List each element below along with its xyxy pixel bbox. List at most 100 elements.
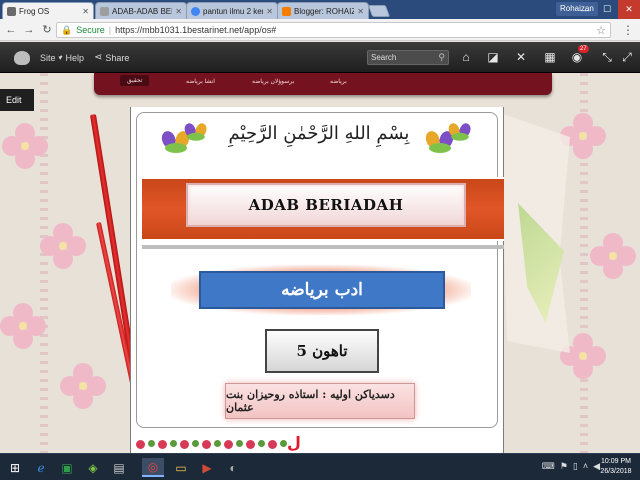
tab-adab-beriadah[interactable]: ADAB-ADAB BERIADAH ✕ [95, 2, 187, 19]
year-label: تاهون 5 [296, 342, 348, 360]
butterfly-icon [446, 120, 473, 144]
search-placeholder: Search [371, 53, 397, 62]
file-explorer-icon[interactable]: ▭ [170, 458, 192, 477]
content-frame: بِسْمِ اللهِ الرَّحْمٰنِ الرَّحِيْمِ ADA… [136, 112, 504, 428]
home-icon[interactable]: ⌂ [459, 50, 473, 65]
new-tab-button[interactable] [367, 5, 391, 17]
search-icon: ⚲ [438, 52, 445, 62]
close-tab-icon[interactable]: ✕ [357, 7, 364, 16]
tab-title: Frog OS [19, 6, 50, 16]
flower-decoration [0, 303, 46, 349]
frog-favicon-icon [7, 6, 16, 16]
tab-frog-os[interactable]: Frog OS ✕ [2, 2, 94, 19]
windows-taskbar: ⊞ ℯ ▣ ◈ ▤ ◎ ▭ ▶ ◐ ⌨ ⚑ ▯ ˄ ◀ 10:09 PM 26/… [0, 453, 640, 480]
chevron-up-icon[interactable]: ˄ [583, 461, 588, 472]
tab-blogger[interactable]: Blogger: ROHAIZAN BIN ✕ [277, 2, 369, 19]
fullscreen-icon[interactable]: ⤡ [600, 50, 614, 65]
maximize-icon[interactable]: ☐ [596, 0, 618, 19]
arabic-title: ادب برياضه [281, 280, 363, 300]
frog-logo-icon [14, 50, 30, 65]
help-label: Help [65, 52, 84, 63]
powerpoint-icon[interactable]: ▶ [196, 458, 218, 477]
nav-item-tahqiq[interactable]: تحقيق [120, 75, 150, 86]
separator: | [108, 25, 112, 35]
file-icon[interactable]: ▤ [108, 458, 130, 477]
frog-desktop: تحقيق انشا برياضه برسوؤلان برياضه برياضه… [0, 73, 640, 453]
tab-title: ADAB-ADAB BERIADAH [112, 6, 172, 16]
flower-decoration [590, 233, 636, 279]
flower-border-decoration [136, 435, 296, 453]
secure-label: Secure [76, 25, 105, 35]
media-player-icon[interactable]: ◈ [82, 458, 104, 477]
bismillah-calligraphy: بِسْمِ اللهِ الرَّحْمٰنِ الرَّحِيْمِ [228, 123, 410, 144]
clock-time: 10:09 PM [601, 458, 631, 465]
flower-decoration [60, 363, 106, 409]
reload-icon[interactable]: ↻ [40, 23, 54, 37]
taskbar-clock[interactable]: 10:09 PM 26/3/2018 [596, 457, 636, 477]
tab-google-search[interactable]: pantun ilmu 2 kerat - Go ✕ [186, 2, 278, 19]
nav-item-insya[interactable]: انشا برياضه [186, 78, 215, 85]
share-label: Share [105, 52, 130, 63]
lock-icon: 🔒 [61, 24, 73, 35]
minimize-icon[interactable]: — [574, 0, 596, 19]
share-icon: ⋖ [94, 52, 103, 63]
back-arrow-icon[interactable]: ← [4, 23, 18, 37]
close-tab-icon[interactable]: ✕ [82, 7, 89, 16]
apps-icon[interactable]: ▦ [543, 50, 557, 65]
page-edit-icon[interactable]: ◪ [486, 50, 500, 65]
browser-toolbar: ← → ↻ 🔒 Secure | https://mbb1031.1bestar… [0, 19, 640, 41]
red-arabic-glyph: ل [287, 435, 301, 452]
tab-title: Blogger: ROHAIZAN BIN [294, 6, 354, 16]
system-tray: ⌨ ⚑ ▯ ˄ ◀ [542, 461, 600, 472]
divider [142, 245, 504, 249]
flower-decoration [2, 123, 48, 169]
title-box: ADAB BERIADAH [186, 183, 466, 227]
arabic-title-box: ادب برياضه [199, 271, 445, 309]
excel-icon[interactable]: ▣ [56, 458, 78, 477]
tab-title: pantun ilmu 2 kerat - Go [203, 6, 263, 16]
network-icon[interactable]: ▯ [573, 461, 578, 472]
edit-button[interactable]: Edit [0, 89, 34, 111]
browser-menu-icon[interactable]: ⋮ [622, 23, 634, 37]
google-favicon-icon [191, 6, 200, 16]
frog-search-input[interactable]: Search ⚲ [367, 50, 449, 65]
page-title: ADAB BERIADAH [248, 196, 404, 214]
blogger-favicon-icon [282, 6, 291, 16]
app-icon[interactable]: ◐ [222, 458, 244, 477]
page-favicon-icon [100, 6, 109, 16]
browser-titlebar: Frog OS ✕ ADAB-ADAB BERIADAH ✕ pantun il… [0, 0, 640, 19]
chrome-icon[interactable]: ◎ [142, 458, 164, 477]
address-bar[interactable]: 🔒 Secure | https://mbb1031.1bestarinet.n… [56, 22, 611, 38]
butterfly-icon [182, 120, 209, 144]
expand-icon[interactable]: ⤢ [620, 50, 634, 65]
site-menu-label: Site [40, 52, 56, 63]
clock-date: 26/3/2018 [600, 468, 632, 475]
nav-item-beriadah[interactable]: برياضه [330, 78, 347, 85]
close-tab-icon[interactable]: ✕ [175, 7, 182, 16]
nav-item-persoalan[interactable]: برسوؤلان برياضه [252, 78, 294, 85]
flag-icon[interactable]: ⚑ [560, 461, 568, 472]
close-window-icon[interactable]: ✕ [618, 0, 640, 19]
author-label: دسدياكن اوليه : استاذه روحيزان بنت عثمان [226, 388, 395, 414]
window-controls: — ☐ ✕ [574, 0, 640, 19]
windows-start-icon[interactable]: ⊞ [4, 458, 26, 477]
flower-decoration [40, 223, 86, 269]
keyboard-icon[interactable]: ⌨ [542, 461, 555, 472]
help-menu[interactable]: • Help [60, 42, 84, 73]
tools-icon[interactable]: ✕ [514, 50, 528, 65]
internet-explorer-icon[interactable]: ℯ [30, 458, 52, 477]
title-band: ADAB BERIADAH [142, 177, 504, 241]
frog-os-bar: Site ▾ • Help ⋖ Share Search ⚲ ⌂ ◪ ✕ ▦ ◉… [0, 42, 640, 73]
site-menu[interactable]: Site ▾ [40, 42, 62, 73]
chevron-down-icon: • [60, 54, 63, 61]
frog-logo-button[interactable] [14, 42, 30, 73]
author-box: دسدياكن اوليه : استاذه روحيزان بنت عثمان [225, 383, 415, 419]
bookmark-star-icon[interactable]: ☆ [596, 24, 606, 37]
share-button[interactable]: ⋖ Share [94, 42, 129, 73]
page-content: بِسْمِ اللهِ الرَّحْمٰنِ الرَّحِيْمِ ADA… [130, 107, 504, 453]
url-text[interactable]: https://mbb1031.1bestarinet.net/app/os# [115, 25, 592, 35]
close-tab-icon[interactable]: ✕ [266, 7, 273, 16]
notification-count-badge: 27 [578, 45, 589, 53]
site-navigation: تحقيق انشا برياضه برسوؤلان برياضه برياضه [94, 73, 552, 95]
forward-arrow-icon[interactable]: → [22, 23, 36, 37]
